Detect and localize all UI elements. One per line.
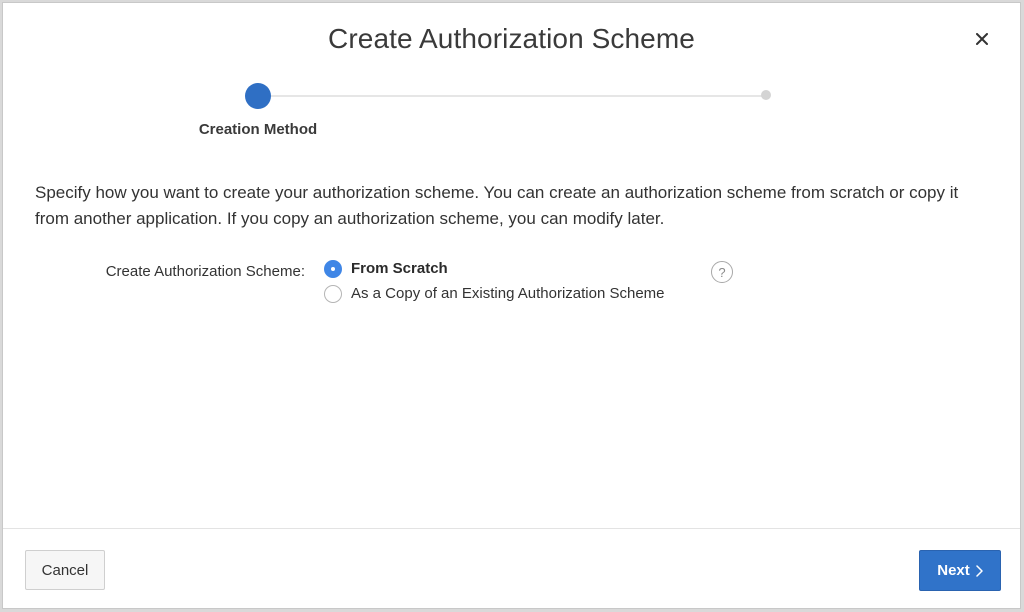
radio-option-from-scratch[interactable]: From Scratch <box>324 256 665 281</box>
radio-label-from-scratch[interactable]: From Scratch <box>351 260 448 277</box>
dialog-footer: Cancel Next <box>3 528 1020 608</box>
create-authorization-scheme-dialog: Create Authorization Scheme Creation Met… <box>2 2 1021 609</box>
chevron-right-icon <box>976 564 983 577</box>
radio-button-checked[interactable] <box>324 259 342 278</box>
next-button[interactable]: Next <box>919 550 1001 591</box>
wizard-step-next-marker <box>761 90 771 100</box>
creation-method-field: Create Authorization Scheme: From Scratc… <box>3 256 1022 316</box>
close-icon <box>976 33 988 45</box>
cancel-button[interactable]: Cancel <box>25 550 105 590</box>
radio-button-unchecked[interactable] <box>324 284 342 303</box>
dialog-description: Specify how you want to create your auth… <box>35 183 959 228</box>
radio-option-copy-existing[interactable]: As a Copy of an Existing Authorization S… <box>324 281 665 306</box>
wizard-track <box>259 95 767 97</box>
wizard-step-label: Creation Method <box>198 121 318 138</box>
cancel-button-label: Cancel <box>41 561 89 579</box>
radio-label-copy-existing[interactable]: As a Copy of an Existing Authorization S… <box>351 285 665 302</box>
dialog-title: Create Authorization Scheme <box>328 23 695 54</box>
wizard-progress: Creation Method <box>3 81 1022 141</box>
creation-method-radio-group: From Scratch As a Copy of an Existing Au… <box>324 256 665 306</box>
help-icon[interactable]: ? <box>711 261 733 283</box>
field-label: Create Authorization Scheme: <box>105 263 305 280</box>
wizard-step-current-marker <box>245 83 271 109</box>
close-button[interactable] <box>972 29 992 49</box>
next-button-label: Next <box>937 562 970 579</box>
